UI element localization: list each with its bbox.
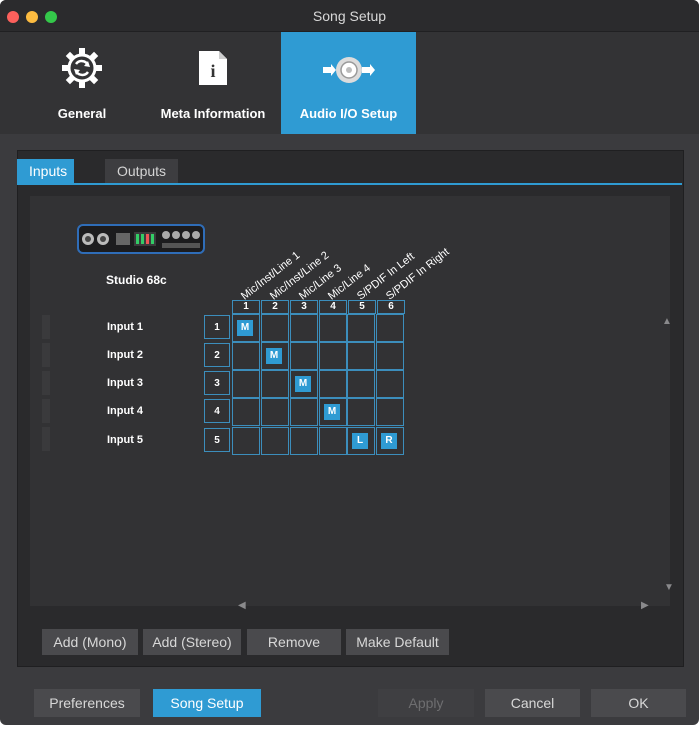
row-drag-handle[interactable]	[42, 399, 50, 423]
matrix-cell[interactable]	[261, 314, 289, 342]
matrix-cell[interactable]	[347, 314, 375, 342]
assignment-badge: M	[324, 404, 340, 420]
scroll-up-arrow[interactable]: ▲	[662, 316, 672, 327]
column-number: 2	[261, 300, 289, 314]
matrix-cell[interactable]: L	[347, 427, 375, 455]
matrix-cell[interactable]	[347, 342, 375, 370]
tab-underline	[17, 183, 682, 185]
matrix-cell[interactable]	[347, 370, 375, 398]
assignment-badge: M	[266, 348, 282, 364]
apply-button[interactable]: Apply	[378, 689, 474, 717]
row-number: 2	[204, 343, 230, 367]
matrix-cell[interactable]	[376, 370, 404, 398]
input-label: Input 5	[107, 434, 144, 446]
settings-toolbar: General i Meta Information Audio I/O Set…	[0, 32, 699, 134]
matrix-cell[interactable]	[261, 427, 289, 455]
scroll-left-arrow[interactable]: ◀	[238, 600, 246, 611]
tab-audio-io-setup[interactable]: Audio I/O Setup	[281, 32, 416, 134]
column-number: 5	[348, 300, 376, 314]
matrix-cell[interactable]	[347, 398, 375, 426]
tab-inputs[interactable]: Inputs	[17, 159, 74, 183]
matrix-cell[interactable]	[319, 314, 347, 342]
cancel-button[interactable]: Cancel	[485, 689, 580, 717]
matrix-cell[interactable]	[376, 342, 404, 370]
row-drag-handle[interactable]	[42, 427, 50, 451]
matrix-cell[interactable]	[261, 370, 289, 398]
input-label: Input 1	[107, 321, 144, 333]
matrix-cell[interactable]: M	[290, 370, 318, 398]
title-bar: Song Setup	[0, 0, 699, 32]
matrix-cell[interactable]	[319, 427, 347, 455]
input-label: Input 2	[107, 349, 144, 361]
add-mono-button[interactable]: Add (Mono)	[42, 629, 138, 655]
scroll-down-arrow[interactable]: ▼	[664, 582, 674, 593]
tab-audio-label: Audio I/O Setup	[299, 106, 398, 121]
column-number: 3	[290, 300, 318, 314]
matrix-cell[interactable]	[232, 370, 260, 398]
ok-button[interactable]: OK	[591, 689, 686, 717]
scroll-right-arrow[interactable]: ▶	[641, 600, 649, 611]
matrix-cell[interactable]	[290, 342, 318, 370]
matrix-cell[interactable]: M	[261, 342, 289, 370]
row-drag-handle[interactable]	[42, 371, 50, 395]
matrix-cell[interactable]: M	[232, 314, 260, 342]
svg-text:i: i	[210, 61, 215, 81]
matrix-cell[interactable]	[376, 398, 404, 426]
matrix-cell[interactable]: M	[319, 398, 347, 426]
preferences-button[interactable]: Preferences	[34, 689, 140, 717]
matrix-cell[interactable]	[232, 427, 260, 455]
matrix-cell[interactable]	[319, 342, 347, 370]
assignment-badge: L	[352, 433, 368, 449]
row-number: 3	[204, 371, 230, 395]
tab-outputs[interactable]: Outputs	[105, 159, 179, 183]
matrix-cell[interactable]: R	[376, 427, 404, 455]
song-setup-button[interactable]: Song Setup	[153, 689, 261, 717]
matrix-cell[interactable]	[261, 398, 289, 426]
column-number: 4	[319, 300, 347, 314]
tab-general[interactable]: General	[38, 32, 126, 134]
assignment-badge: R	[381, 433, 397, 449]
row-drag-handle[interactable]	[42, 343, 50, 367]
tab-meta-label: Meta Information	[160, 106, 266, 121]
assignment-badge: M	[237, 320, 253, 336]
matrix-cell[interactable]	[290, 314, 318, 342]
input-label: Input 4	[107, 405, 144, 417]
gear-icon	[60, 46, 104, 93]
matrix-cell[interactable]	[376, 314, 404, 342]
audio-interface-image	[76, 219, 206, 259]
column-number: 1	[232, 300, 260, 314]
matrix-cell[interactable]	[290, 427, 318, 455]
row-number: 1	[204, 315, 230, 339]
add-stereo-button[interactable]: Add (Stereo)	[143, 629, 241, 655]
window-title: Song Setup	[312, 8, 387, 24]
device-name: Studio 68c	[106, 273, 167, 287]
make-default-button[interactable]: Make Default	[346, 629, 449, 655]
tab-general-label: General	[57, 106, 107, 121]
matrix-cell[interactable]	[232, 342, 260, 370]
row-number: 4	[204, 399, 230, 423]
audio-io-icon	[319, 54, 379, 89]
song-setup-window: Song Setup General i Meta Information Au…	[0, 0, 699, 725]
tab-meta-information[interactable]: i Meta Information	[150, 32, 276, 134]
assignment-badge: M	[295, 376, 311, 392]
input-label: Input 3	[107, 377, 144, 389]
remove-button[interactable]: Remove	[247, 629, 341, 655]
row-number: 5	[204, 428, 230, 452]
column-number: 6	[377, 300, 405, 314]
document-info-icon: i	[197, 50, 229, 89]
matrix-cell[interactable]	[290, 398, 318, 426]
row-drag-handle[interactable]	[42, 315, 50, 339]
matrix-cell[interactable]	[232, 398, 260, 426]
matrix-cell[interactable]	[319, 370, 347, 398]
